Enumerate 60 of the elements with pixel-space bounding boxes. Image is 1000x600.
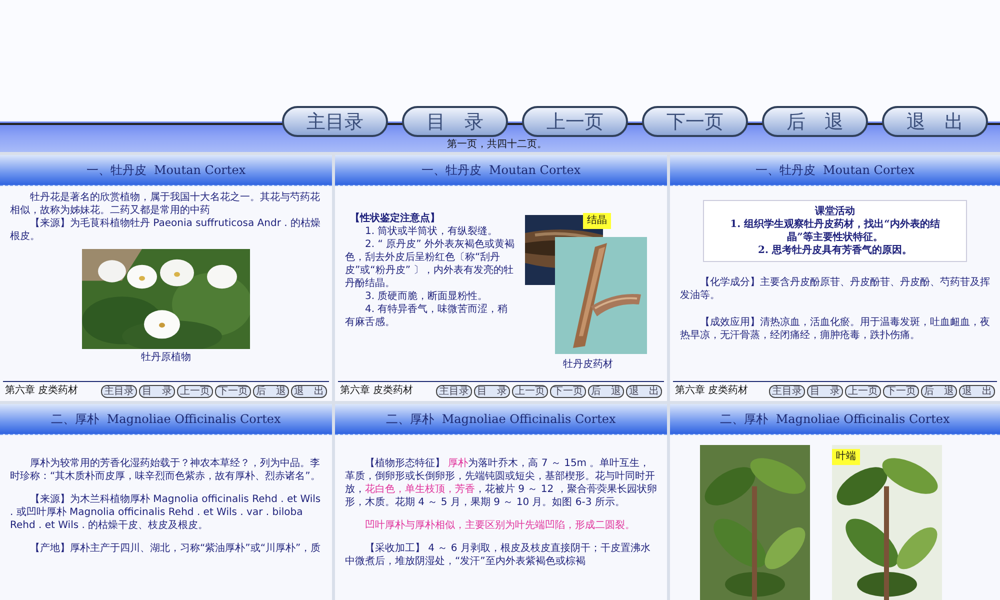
nav-button: 目 录 <box>807 384 843 398</box>
nav-button: 上一页 <box>177 384 213 398</box>
slide-thumbnail[interactable] <box>0 404 332 600</box>
nav-button: 上一页 <box>845 384 881 398</box>
page-indicator: 第一页，共四十二页。 <box>447 139 547 151</box>
nav-button[interactable]: 目 录 <box>402 106 508 137</box>
activity-item: 2. 思考牡丹皮具有芳香气的原因。 <box>757 244 913 257</box>
nav-button: 后 退 <box>588 384 624 398</box>
nav-button: 主目录 <box>436 384 472 398</box>
nav-button: 退 出 <box>291 384 327 398</box>
slide-paragraph: 【产地】厚朴主产于四川、湖北，习称“紫油厚朴”或“川厚朴”，质 <box>29 542 322 555</box>
chapter-label: 第六章 皮类药材 <box>340 385 414 397</box>
nav-button: 主目录 <box>101 384 137 398</box>
slide-paragraph: 3. 质硬而脆，断面显粉性。 <box>364 290 489 303</box>
nav-button: 上一页 <box>512 384 548 398</box>
nav-button: 目 录 <box>474 384 510 398</box>
slide-paragraph: 【植物形态特征】 厚朴为落叶乔木，高 7 ～ 15m 。单叶互生，革质，倒卵形或长倒卵形，先端钝圆或短尖，基部楔形。花与叶同时开放，花白色，单生枝顶，芳香，花被片 9 ～ 12 ，聚合蓇葖果长园状卵形，木质。花期 4 ～ 5 月，果期 9 ～ 10 月。如图 6-3 所示。 <box>345 457 657 509</box>
nav-button[interactable]: 后 退 <box>762 106 868 137</box>
slide-thumbnail[interactable]: 一、牡丹皮 Moutan Cortex 课堂活动 1. 组织学生观察牡丹皮药材，找出“内外表的结晶”等主要性状特征。 2. 思考牡丹皮具有芳香气的原因。 【化学成分】主要含丹皮酚原苷、丹皮酚苷、丹皮酚、芍药苷及挥发油等。 【成效应用】清热凉血，活血化瘀。用于温毒发斑，吐血衄血，夜热早凉，无汗骨蒸，经闭痛经，痈肿疮毒，跌扑伤痛。 第六章 皮类药材 主目录 目 录 上一页 下一页 后 退 退 出 <box>670 155 1000 401</box>
slide-paragraph: 牡丹花是著名的欣赏植物，属于我国十大名花之一。其花与芍药花相似，故称为姊妹花。二药又都是常用的中药 <box>10 191 321 217</box>
slide-title: 一、牡丹皮 Moutan Cortex <box>670 155 1000 186</box>
nav-button: 下一页 <box>883 384 919 398</box>
chapter-label: 第六章 皮类药材 <box>675 385 748 397</box>
photo-caption: 牡丹皮药材 <box>563 359 613 371</box>
slide-paragraph: 2. “ 原丹皮” 外外表灰褐色或黄褐色，刮去外皮后呈粉红色〔称“刮丹皮”或“粉丹皮” 〕，内外表有发亮的牡丹酚结晶。 <box>345 238 516 290</box>
callout-label: 叶端 <box>832 449 860 465</box>
chapter-label: 第六章 皮类药材 <box>5 385 78 397</box>
nav-button: 后 退 <box>921 384 957 398</box>
slide-thumbnail[interactable]: 一、牡丹皮 Moutan Cortex 牡丹花是著名的欣赏植物，属于我国十大名花之一。其花与芍药花相似，故称为姊妹花。二药又都是常用的中药 【来源】为毛茛科植物牡丹 Paeonia suffruticosa Andr . 的枯燥根皮。 牡丹原植物 第六章 皮类药材 主目录 目 录 上一页 下一页 后 退 退 出 <box>0 155 332 401</box>
slide-paragraph: 厚朴为较常用的芳香化湿药始载于？神农本草经？，列为中品。李时珍称：“其木质朴而皮厚，味辛烈而色紫赤，故有厚朴、烈赤诸名”。 <box>10 457 322 483</box>
nav-button[interactable]: 上一页 <box>522 106 628 137</box>
nav-button: 后 退 <box>253 384 289 398</box>
slide-paragraph: 【采收加工】 4 ～ 6 月剥取，根皮及枝皮直接阴干；干皮置沸水中微煮后，堆放阴湿处，“发汗”至内外表紫褐色或棕褐 <box>345 542 652 568</box>
nav-button[interactable]: 退 出 <box>882 106 988 137</box>
slide-title: 一、牡丹皮 Moutan Cortex <box>0 155 332 186</box>
slide-paragraph: 【化学成分】主要含丹皮酚原苷、丹皮酚苷、丹皮酚、芍药苷及挥发油等。 <box>680 276 990 302</box>
nav-button: 下一页 <box>550 384 586 398</box>
slide-paragraph: 4. 有特异香气，味微苦而涩，稍有麻舌感。 <box>345 303 509 329</box>
nav-button[interactable]: 主目录 <box>282 106 388 137</box>
slide-paragraph: 【来源】为木兰科植物厚朴 Magnolia officinalis Rehd . et Wils . 或凹叶厚朴 Magnolia officinalis Rehd . et Wils . var . biloba Rehd . et Wils . 的枯燥干皮、枝皮及根皮。 <box>10 493 322 532</box>
photo-caption: 牡丹原植物 <box>141 352 191 364</box>
activity-item: 1. 组织学生观察牡丹皮药材，找出“内外表的结晶”等主要性状特征。 <box>729 218 941 244</box>
nav-button: 主目录 <box>769 384 805 398</box>
slide-thumbnail[interactable]: 二、厚朴 Magnoliae Officinalis Cortex 叶端 <box>670 404 1000 600</box>
slide-paragraph: 【性状鉴定注意点】 <box>349 212 441 225</box>
slide-title: 一、牡丹皮 Moutan Cortex <box>335 155 667 186</box>
activity-heading: 课堂活动 <box>815 205 855 218</box>
nav-button[interactable]: 下一页 <box>642 106 748 137</box>
nav-button: 目 录 <box>139 384 175 398</box>
slide-thumbnail[interactable] <box>335 404 667 600</box>
nav-button: 退 出 <box>959 384 995 398</box>
slide-title: 二、厚朴 Magnoliae Officinalis Cortex <box>670 404 1000 435</box>
slide-paragraph: 【来源】为毛茛科植物牡丹 Paeonia suffruticosa Andr . 的枯燥根皮。 <box>10 217 322 243</box>
nav-button: 下一页 <box>215 384 251 398</box>
slide-title: 二、厚朴 Magnoliae Officinalis Cortex <box>0 404 332 435</box>
slide-title: 二、厚朴 Magnoliae Officinalis Cortex <box>335 404 667 435</box>
nav-button: 退 出 <box>626 384 662 398</box>
slide-paragraph: 凹叶厚朴与厚朴相似，主要区别为叶先端凹陷，形成二圆裂。 <box>364 519 636 532</box>
slide-paragraph: 【成效应用】清热凉血，活血化瘀。用于温毒发斑，吐血衄血，夜热早凉，无汗骨蒸，经闭痛经，痈肿疮毒，跌扑伤痛。 <box>680 316 990 342</box>
slide-paragraph: 1. 筒状或半筒状，有纵裂缝。 <box>364 225 499 238</box>
